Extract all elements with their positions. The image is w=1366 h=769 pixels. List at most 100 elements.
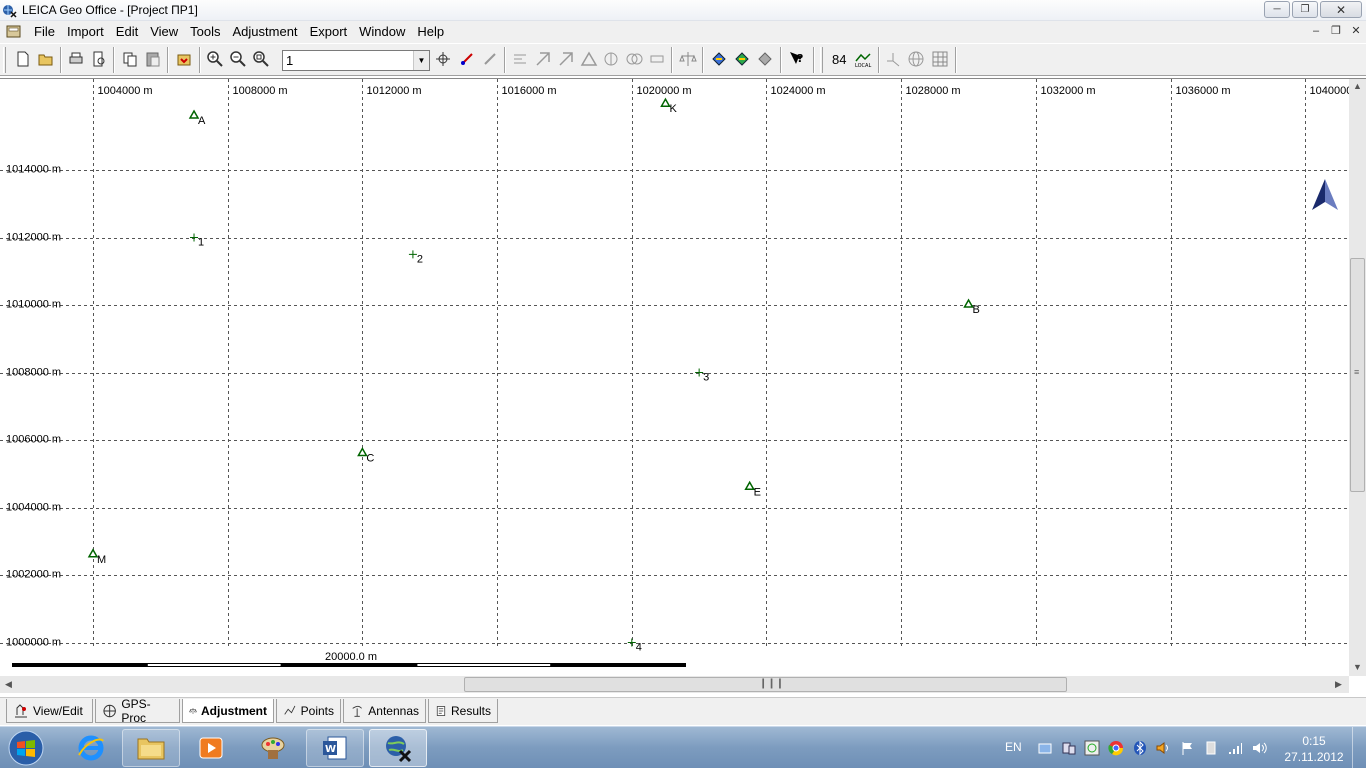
open-button[interactable] bbox=[35, 48, 57, 70]
tab-results[interactable]: Results bbox=[428, 699, 498, 723]
tray-network-icon[interactable] bbox=[1037, 740, 1053, 756]
control-point-K[interactable]: K bbox=[660, 97, 677, 115]
survey-point-3[interactable]: 3 bbox=[695, 368, 709, 384]
chevron-down-icon[interactable]: ▼ bbox=[413, 51, 429, 70]
vertical-scrollbar[interactable]: ▲ ≡ ▼ bbox=[1349, 79, 1366, 676]
language-indicator[interactable]: EN bbox=[1005, 740, 1022, 754]
link-button[interactable] bbox=[708, 48, 730, 70]
paste-button[interactable] bbox=[142, 48, 164, 70]
network-button[interactable] bbox=[555, 48, 577, 70]
tray-bluetooth-icon[interactable] bbox=[1132, 740, 1148, 756]
tray-speaker-icon[interactable] bbox=[1155, 740, 1171, 756]
compute-button[interactable] bbox=[532, 48, 554, 70]
tab-points[interactable]: Points bbox=[276, 699, 341, 723]
document-icon[interactable] bbox=[6, 24, 23, 39]
help-button[interactable]: ? bbox=[786, 48, 808, 70]
new-button[interactable] bbox=[12, 48, 34, 70]
observation-button[interactable] bbox=[600, 48, 622, 70]
zoom-in-button[interactable] bbox=[204, 48, 226, 70]
tray-usb-icon[interactable] bbox=[1203, 740, 1219, 756]
scroll-left-icon[interactable]: ◀ bbox=[5, 679, 12, 690]
menu-tools[interactable]: Tools bbox=[184, 21, 226, 43]
scroll-right-icon[interactable]: ▶ bbox=[1335, 679, 1342, 690]
horizontal-scrollbar[interactable]: ◀ ❙❙❙ ▶ bbox=[0, 676, 1349, 693]
local-button[interactable]: LOCAL bbox=[852, 48, 874, 70]
map-canvas[interactable]: 1004000 m 1008000 m 1012000 m 1016000 m 1020… bbox=[0, 79, 1349, 676]
map-svg[interactable]: 1004000 m 1008000 m 1012000 m 1016000 m 1020… bbox=[0, 79, 1349, 676]
crosshair-button[interactable] bbox=[432, 48, 454, 70]
menu-window[interactable]: Window bbox=[353, 21, 411, 43]
adjust-button[interactable] bbox=[646, 48, 668, 70]
print-button[interactable] bbox=[65, 48, 87, 70]
tab-view-edit[interactable]: View/Edit bbox=[6, 699, 93, 723]
mdi-close-button[interactable]: ✕ bbox=[1348, 24, 1364, 39]
grid-button[interactable] bbox=[929, 48, 951, 70]
start-button[interactable] bbox=[4, 729, 48, 767]
taskbar-leica-geo-office[interactable] bbox=[369, 729, 427, 767]
taskbar-media-player[interactable] bbox=[182, 729, 240, 767]
scroll-up-icon[interactable]: ▲ bbox=[1353, 81, 1362, 91]
survey-point-2[interactable]: 2 bbox=[408, 250, 423, 265]
toolbar-grip[interactable] bbox=[3, 47, 6, 73]
x-axis-label: 1028000 m bbox=[906, 85, 961, 97]
tray-volume-icon[interactable] bbox=[1251, 740, 1267, 756]
tray-flag-icon[interactable] bbox=[1179, 740, 1195, 756]
minimize-button[interactable]: ─ bbox=[1264, 1, 1290, 18]
mdi-restore-button[interactable]: ❐ bbox=[1328, 24, 1344, 39]
menu-adjustment[interactable]: Adjustment bbox=[227, 21, 304, 43]
action-center-flag-icon bbox=[1182, 742, 1192, 755]
axes-button[interactable] bbox=[883, 48, 905, 70]
balance-button[interactable] bbox=[677, 48, 699, 70]
scroll-down-icon[interactable]: ▼ bbox=[1353, 662, 1362, 672]
close-button[interactable]: ✕ bbox=[1320, 1, 1362, 18]
print-preview-button[interactable] bbox=[88, 48, 110, 70]
vertical-scroll-thumb[interactable]: ≡ bbox=[1350, 258, 1365, 492]
horizontal-scroll-thumb[interactable]: ❙❙❙ bbox=[464, 677, 1067, 692]
mdi-minimize-button[interactable]: – bbox=[1308, 24, 1324, 39]
tray-sync-icon[interactable] bbox=[1084, 740, 1100, 756]
taskbar-file-explorer[interactable] bbox=[122, 729, 180, 767]
toolbar: 1 ▼ ? 84 LOCAL bbox=[0, 43, 1366, 76]
tab-adjustment[interactable]: Adjustment bbox=[182, 699, 274, 723]
triangle-button[interactable] bbox=[578, 48, 600, 70]
globe-button[interactable] bbox=[905, 48, 927, 70]
clock[interactable]: 0:15 27.11.2012 bbox=[1282, 733, 1346, 765]
survey-point-4[interactable]: 4 bbox=[627, 638, 642, 654]
trend-button[interactable] bbox=[623, 48, 645, 70]
menu-help[interactable]: Help bbox=[411, 21, 450, 43]
baseline-button[interactable] bbox=[509, 48, 531, 70]
show-desktop-button[interactable] bbox=[1352, 727, 1366, 769]
line-button[interactable] bbox=[479, 48, 501, 70]
tray-signal-icon[interactable] bbox=[1227, 740, 1243, 756]
control-point-E[interactable]: E bbox=[744, 480, 761, 498]
tray-devices-icon[interactable] bbox=[1061, 740, 1077, 756]
menu-export[interactable]: Export bbox=[304, 21, 354, 43]
copy-button[interactable] bbox=[119, 48, 141, 70]
import-button[interactable] bbox=[173, 48, 195, 70]
menu-file[interactable]: File bbox=[28, 21, 61, 43]
combo-box[interactable]: 1 ▼ bbox=[282, 50, 430, 71]
survey-point-1[interactable]: 1 bbox=[190, 233, 204, 249]
zoom-out-button[interactable] bbox=[227, 48, 249, 70]
menu-import[interactable]: Import bbox=[61, 21, 110, 43]
link3-button[interactable] bbox=[754, 48, 776, 70]
taskbar-internet-explorer[interactable] bbox=[62, 729, 120, 767]
tab-gps-proc[interactable]: GPS-Proc bbox=[95, 697, 180, 725]
point-button[interactable] bbox=[456, 48, 478, 70]
control-point-M[interactable]: M bbox=[87, 548, 106, 566]
control-point-B[interactable]: B bbox=[963, 298, 980, 316]
print-icon bbox=[69, 52, 83, 64]
tray-chrome-icon[interactable] bbox=[1108, 740, 1124, 756]
link2-button[interactable] bbox=[731, 48, 753, 70]
menu-edit[interactable]: Edit bbox=[110, 21, 144, 43]
control-point-A[interactable]: A bbox=[188, 109, 206, 127]
taskbar-word[interactable]: W bbox=[306, 729, 364, 767]
y-axis-label: 1014000 m bbox=[6, 164, 61, 176]
control-point-C[interactable]: C bbox=[357, 446, 374, 465]
menu-view[interactable]: View bbox=[144, 21, 184, 43]
maximize-button[interactable]: ❐ bbox=[1292, 1, 1318, 18]
label-84[interactable]: 84 bbox=[832, 52, 846, 67]
tab-antennas[interactable]: Antennas bbox=[343, 699, 426, 723]
zoom-area-button[interactable] bbox=[250, 48, 272, 70]
taskbar-paint[interactable] bbox=[244, 729, 302, 767]
